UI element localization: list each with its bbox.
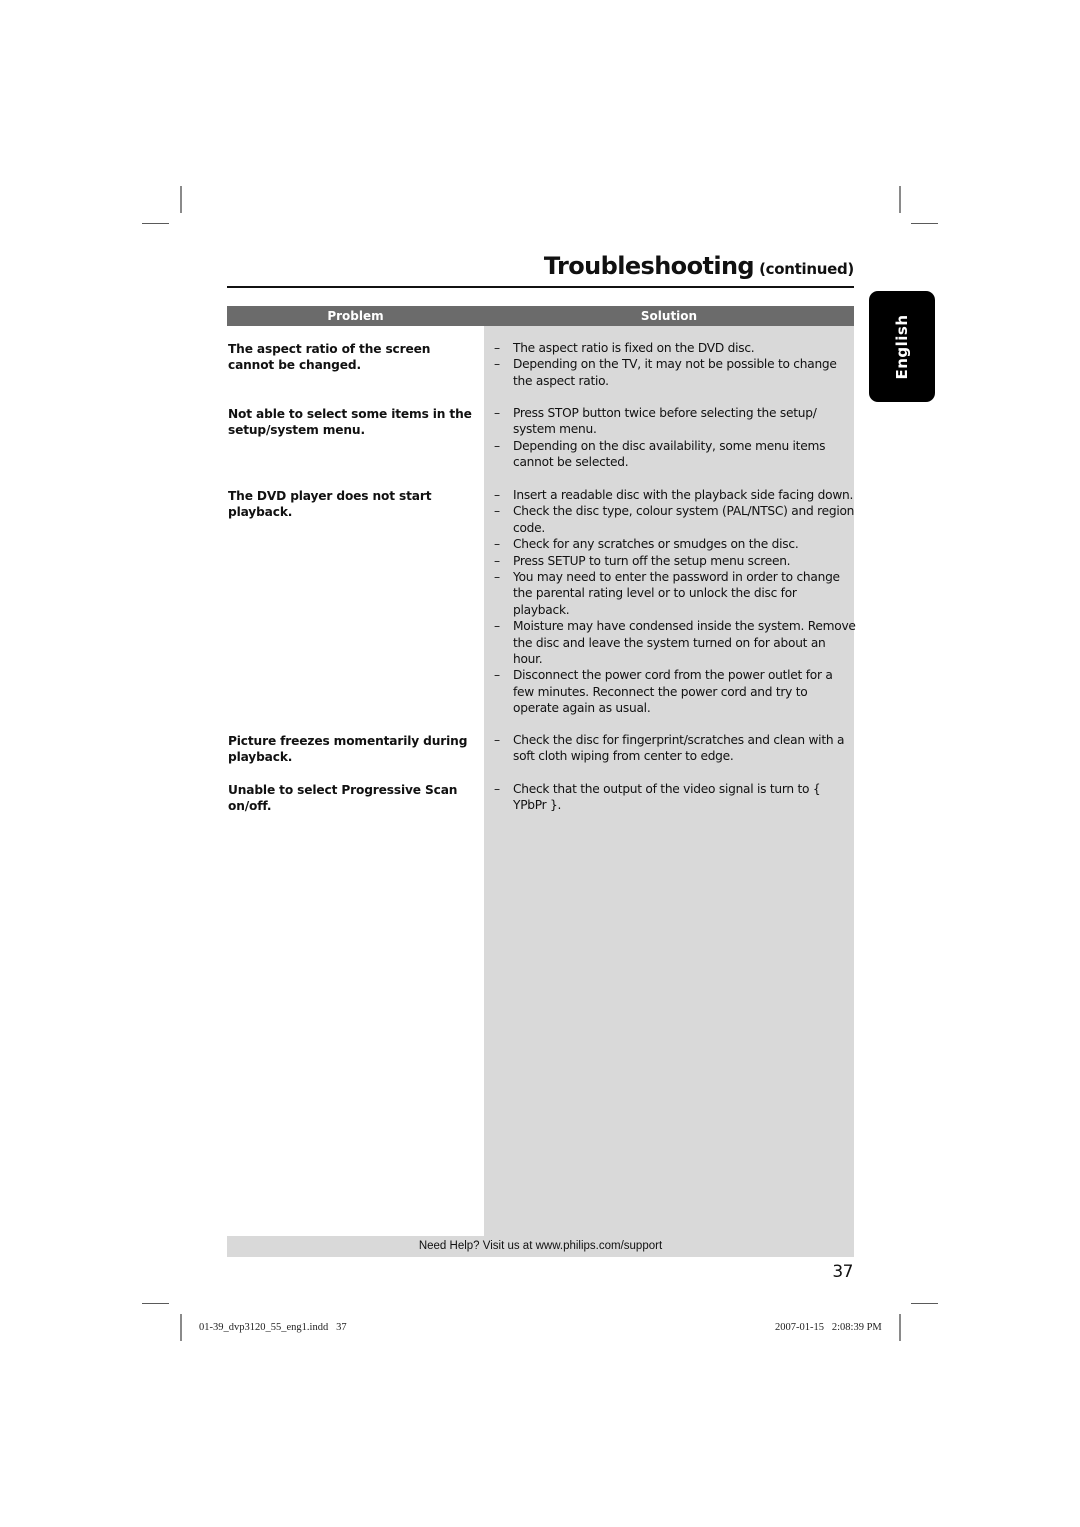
solution-item: – Check that the output of the video sign…	[494, 782, 821, 813]
solution-item: – Disconnect the power cord from the powe…	[494, 668, 833, 716]
table-row-solution: – Check the disc for fingerprint/scratche…	[494, 732, 856, 765]
dash-bullet: –	[494, 438, 500, 453]
dash-bullet: –	[494, 537, 500, 552]
table-row-problem: The aspect ratio of the screen cannot be…	[228, 342, 431, 373]
table-header: Problem Solution	[227, 306, 854, 326]
dash-bullet: –	[494, 341, 500, 355]
table-row-problem: The DVD player does not start playback.	[228, 489, 432, 520]
solution-item: – Depending on the disc availability, som…	[494, 438, 826, 470]
dash-bullet: –	[494, 782, 500, 796]
dash-bullet: –	[494, 553, 500, 568]
table-row-solution: – Check that the output of the video sign…	[494, 781, 856, 814]
solution-item: – Check the disc for fingerprint/scratche…	[494, 733, 845, 764]
page-title-suffix: (continued)	[759, 260, 854, 278]
language-tab: English	[869, 291, 935, 402]
dash-bullet: –	[494, 668, 500, 683]
help-footer-text: Need Help? Visit us at www.philips.com/s…	[418, 1240, 663, 1252]
solution-item: – Depending on the TV, it may not be poss…	[494, 357, 837, 388]
table-row-solution: – The aspect ratio is fixed on the DVD di…	[494, 340, 856, 389]
page-title-main: Troubleshooting	[543, 252, 755, 280]
crop-mark-bottom-left-horizontal	[142, 1303, 169, 1304]
solution-item: – The aspect ratio is fixed on the DVD di…	[494, 341, 755, 355]
solution-item: – Press SETUP to turn off the setup menu …	[494, 553, 791, 568]
dash-bullet: –	[494, 619, 500, 634]
solution-item: – Check the disc type, colour system (PAL…	[494, 504, 855, 535]
title-underline	[227, 286, 854, 288]
crop-mark-bottom-right-vertical	[899, 1314, 901, 1341]
dash-bullet: –	[494, 357, 500, 372]
table-row-problem: Unable to select Progressive Scan on/off…	[228, 783, 458, 814]
crop-mark-bottom-left-vertical	[180, 1314, 182, 1341]
crop-mark-top-right-horizontal	[911, 223, 938, 224]
column-header-problem: Problem	[327, 309, 384, 323]
dash-bullet: –	[494, 406, 500, 420]
dash-bullet: –	[494, 570, 500, 585]
solution-item: – Press STOP button twice before selectin…	[494, 406, 817, 437]
print-slug-timestamp: 2007-01-15 2:08:39 PM	[775, 1322, 882, 1333]
crop-mark-top-right-vertical	[899, 186, 901, 213]
language-tab-label: English	[893, 313, 911, 380]
column-header-solution: Solution	[640, 309, 698, 323]
solution-item: – Moisture may have condensed inside the …	[494, 619, 856, 667]
dash-bullet: –	[494, 504, 500, 519]
crop-mark-bottom-right-horizontal	[911, 1303, 938, 1304]
dash-bullet: –	[494, 733, 500, 747]
crop-mark-top-left-vertical	[180, 186, 182, 213]
solution-item: – You may need to enter the password in o…	[494, 570, 840, 617]
page-title: Troubleshooting (continued)	[227, 252, 854, 286]
crop-mark-top-left-horizontal	[142, 223, 169, 224]
table-row-problem: Picture freezes momentarily during playb…	[228, 734, 468, 765]
table-row-solution: – Insert a readable disc with the playbac…	[494, 487, 856, 717]
print-slug-filename: 01-39_dvp3120_55_eng1.indd 37	[199, 1322, 347, 1333]
page-number: 37	[832, 1262, 853, 1282]
dash-bullet: –	[494, 488, 500, 502]
help-footer: Need Help? Visit us at www.philips.com/s…	[227, 1236, 854, 1257]
table-row-problem: Not able to select some items in the set…	[228, 407, 472, 438]
solution-item: – Insert a readable disc with the playbac…	[494, 488, 854, 502]
solution-item: – Check for any scratches or smudges on t…	[494, 537, 799, 552]
table-row-solution: – Press STOP button twice before selectin…	[494, 405, 856, 471]
